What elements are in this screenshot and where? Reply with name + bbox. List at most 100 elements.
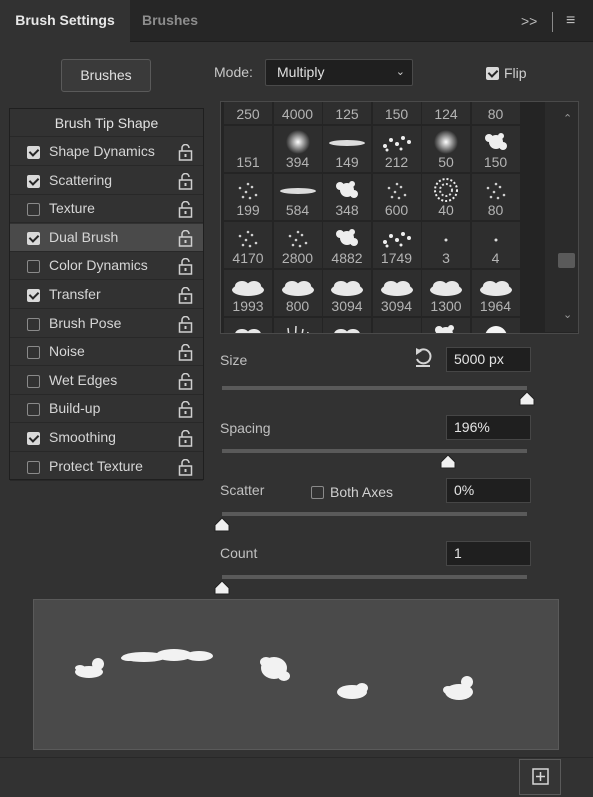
brush-tip-cell[interactable]: 3 [422,222,470,268]
brush-tip-cell[interactable] [372,318,421,333]
brush-tip-cell[interactable]: 1300 [422,270,470,316]
dual-brush-checkbox[interactable] [27,231,40,245]
scatter-slider-track[interactable] [222,512,527,516]
both-axes-checkbox[interactable]: Both Axes [311,483,393,500]
brush-tip-cell[interactable]: 600 [372,174,421,220]
brush-tip-cell[interactable]: 4000 [273,102,322,124]
tab-brushes[interactable]: Brushes [130,0,210,42]
scroll-up-icon[interactable]: ⌃ [563,112,572,125]
brush-tip-cell[interactable]: 149 [323,126,371,172]
brush-tip-cell[interactable]: 584 [273,174,322,220]
double-chevron-right-icon[interactable]: >> [521,0,537,42]
unlocked-padlock-icon[interactable] [178,343,193,361]
option-scattering[interactable]: Scattering [10,167,203,195]
brush-tip-cell[interactable] [323,318,371,333]
hamburger-menu-icon[interactable]: ≡ [566,0,575,42]
option-brush-pose[interactable]: Brush Pose [10,310,203,338]
unlocked-padlock-icon[interactable] [178,258,193,276]
option-texture[interactable]: Texture [10,195,203,224]
option-wet-edges[interactable]: Wet Edges [10,367,203,395]
reset-arrow-icon[interactable] [413,347,433,369]
brush-tip-cell[interactable]: 4170 [224,222,272,268]
protect-texture-checkbox[interactable] [27,460,40,474]
brush-tip-cell[interactable]: 199 [224,174,272,220]
texture-checkbox[interactable] [27,203,40,217]
both-axes-check-icon[interactable] [311,485,324,499]
spacing-slider-thumb[interactable] [440,454,456,469]
scatter-slider-thumb[interactable] [214,517,230,532]
brush-tip-cell[interactable]: 150 [471,126,520,172]
size-slider-track[interactable] [222,386,527,390]
option-protect-texture[interactable]: Protect Texture [10,453,203,481]
wet-edges-checkbox[interactable] [27,374,40,388]
size-slider-thumb[interactable] [519,391,535,406]
brush-tip-cell[interactable]: 40 [422,174,470,220]
unlocked-padlock-icon[interactable] [178,401,193,419]
brush-tip-shape-item[interactable]: Brush Tip Shape [10,109,203,137]
brush-tip-cell[interactable] [224,318,272,333]
scattering-checkbox[interactable] [27,174,40,188]
count-slider-track[interactable] [222,575,527,579]
build-up-checkbox[interactable] [27,403,40,417]
mode-select[interactable]: Multiply ⌄ [265,59,413,86]
option-transfer[interactable]: Transfer [10,281,203,309]
unlocked-padlock-icon[interactable] [178,315,193,333]
transfer-checkbox[interactable] [27,289,40,302]
brush-pose-checkbox[interactable] [27,317,40,331]
brush-tip-cell[interactable]: 80 [471,174,520,220]
unlocked-padlock-icon[interactable] [178,229,193,247]
option-noise[interactable]: Noise [10,338,203,367]
grid-scrollbar-track[interactable] [545,102,578,332]
option-dual-brush[interactable]: Dual Brush [10,223,203,252]
brush-tip-cell[interactable] [422,318,470,333]
scroll-down-icon[interactable]: ⌄ [563,308,572,321]
unlocked-padlock-icon[interactable] [178,429,193,447]
color-dynamics-checkbox[interactable] [27,260,40,274]
brush-tip-cell[interactable]: 125 [323,102,371,124]
brush-tip-cell[interactable]: 1964 [471,270,520,316]
noise-checkbox[interactable] [27,346,40,360]
brush-tip-cell[interactable]: 150 [372,102,421,124]
brush-tip-cell[interactable]: 4 [471,222,520,268]
unlocked-padlock-icon[interactable] [178,143,193,161]
option-smoothing[interactable]: Smoothing [10,424,203,452]
new-preset-button[interactable] [519,759,561,795]
brush-tip-cell[interactable]: 348 [323,174,371,220]
unlocked-padlock-icon[interactable] [178,172,193,190]
brush-tip-cell[interactable]: 3094 [323,270,371,316]
brush-tip-cell[interactable]: 124 [422,102,470,124]
count-slider-thumb[interactable] [214,580,230,595]
brush-tip-cell[interactable] [471,318,520,333]
spacing-slider-track[interactable] [222,449,527,453]
scatter-field[interactable]: 0% [446,478,531,503]
smoothing-checkbox[interactable] [27,432,40,445]
size-field[interactable]: 5000 px [446,347,531,372]
flip-check-icon[interactable] [486,66,499,80]
shape-dynamics-checkbox[interactable] [27,146,40,159]
brushes-button[interactable]: Brushes [61,59,151,92]
brush-tip-cell[interactable]: 4882 [323,222,371,268]
unlocked-padlock-icon[interactable] [178,200,193,218]
option-color-dynamics[interactable]: Color Dynamics [10,252,203,281]
brush-tip-cell[interactable]: 2800 [273,222,322,268]
brush-tip-cell[interactable]: 394 [273,126,322,172]
tab-brush-settings[interactable]: Brush Settings [0,0,130,42]
brush-tip-cell[interactable]: 3094 [372,270,421,316]
grid-scrollbar-thumb[interactable] [558,253,575,268]
brush-tip-cell[interactable]: 50 [422,126,470,172]
unlocked-padlock-icon[interactable] [178,286,193,304]
unlocked-padlock-icon[interactable] [178,458,193,476]
flip-checkbox[interactable]: Flip [486,64,527,81]
brush-tip-cell[interactable]: 80 [471,102,520,124]
brush-tip-cell[interactable] [273,318,322,333]
brush-tip-cell[interactable]: 1993 [224,270,272,316]
option-shape-dynamics[interactable]: Shape Dynamics [10,138,203,166]
spacing-field[interactable]: 196% [446,415,531,440]
brush-tip-cell[interactable]: 250 [224,102,272,124]
option-build-up[interactable]: Build-up [10,395,203,424]
brush-tip-cell[interactable]: 151 [224,126,272,172]
brush-tip-cell[interactable]: 212 [372,126,421,172]
brush-tip-cell[interactable]: 1749 [372,222,421,268]
count-field[interactable]: 1 [446,541,531,566]
unlocked-padlock-icon[interactable] [178,372,193,390]
